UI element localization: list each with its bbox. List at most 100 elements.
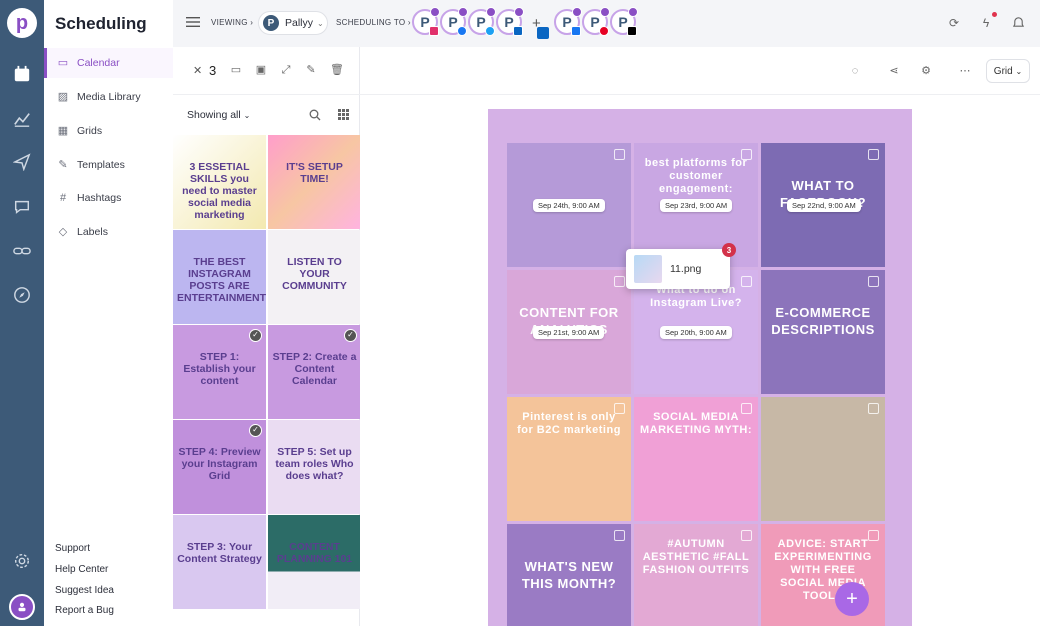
media-thumbnail[interactable]: CONTENT PLANNING 101 <box>268 515 361 609</box>
bell-icon[interactable] <box>1011 16 1025 30</box>
sidebar-item-label: Grids <box>77 125 103 137</box>
clear-selection-icon[interactable]: ✕ <box>193 64 202 77</box>
scheduling-to-label: SCHEDULING TO › <box>336 18 411 27</box>
sidebar: Scheduling ▭ Calendar ▨ Media Library ▦ Gri… <box>44 0 173 626</box>
settings-rail-icon[interactable] <box>0 546 44 576</box>
calendar-icon <box>14 65 30 82</box>
inbox-rail-icon[interactable] <box>0 192 44 222</box>
help-center-link[interactable]: Help Center <box>55 564 108 575</box>
share-icon[interactable]: ⋖ <box>888 65 900 77</box>
links-rail-icon[interactable] <box>0 236 44 266</box>
compass-icon <box>14 287 30 303</box>
resize-icon[interactable]: ⤢ <box>280 64 292 76</box>
sidebar-item-grids[interactable]: ▦ Grids <box>44 116 173 146</box>
trash-icon[interactable]: 🗑 <box>330 64 344 76</box>
media-thumbnail[interactable]: STEP 4: Preview your Instagram Grid ✓ <box>173 420 266 514</box>
hamburger-menu-icon[interactable] <box>186 15 200 29</box>
selected-check-icon[interactable]: ✓ <box>249 424 262 437</box>
brand-selector[interactable]: P Pallyy ⌄ <box>258 11 328 35</box>
comment-icon[interactable]: ◌ <box>849 65 861 77</box>
media-thumbnail[interactable]: IT'S SETUP TIME! <box>268 135 361 229</box>
view-mode-dropdown[interactable]: Grid ⌄ <box>986 59 1030 83</box>
media-thumbnail[interactable]: STEP 5: Set up team roles Who does what? <box>268 420 361 514</box>
suggest-idea-link[interactable]: Suggest Idea <box>55 585 114 596</box>
grid-post-tile[interactable]: Pinterest is only for B2C marketing <box>507 397 631 521</box>
grid-icon: ▦ <box>57 125 69 137</box>
media-thumbnail[interactable]: STEP 2: Create a Content Calendar ✓ <box>268 325 361 419</box>
chart-line-icon <box>14 113 30 127</box>
sidebar-item-hashtags[interactable]: # Hashtags <box>44 183 173 213</box>
media-panel: ✕ 3 ▭ ▣ ⤢ ✎ 🗑 Showing all ⌄ 3 ESSETIAL S… <box>173 47 361 626</box>
schedule-icon[interactable]: ▣ <box>255 64 267 76</box>
filter-label: Showing all <box>187 109 241 121</box>
account-linkedin[interactable]: P <box>496 7 524 36</box>
instagram-icon <box>741 276 752 287</box>
account-tiktok[interactable]: P <box>610 7 638 36</box>
tile-text: SOCIAL MEDIA MARKETING MYTH: <box>640 411 752 436</box>
tile-text: Pinterest is only for B2C marketing <box>517 411 621 436</box>
discover-rail-icon[interactable] <box>0 280 44 310</box>
tag-icon: ◇ <box>58 226 68 238</box>
team-avatar[interactable] <box>9 594 35 620</box>
selected-count: 3 <box>209 63 217 78</box>
check-badge-icon <box>572 7 582 17</box>
selected-check-icon[interactable]: ✓ <box>344 329 357 342</box>
grid-post-tile[interactable]: E-COMMERCE DESCRIPTIONS <box>761 270 885 394</box>
folder-icon[interactable]: ▭ <box>230 64 242 76</box>
thumbnail-text: THE BEST INSTAGRAM POSTS ARE ENTERTAINME… <box>177 256 266 304</box>
grid-post-tile[interactable]: Sep 24th, 9:00 AM <box>507 143 631 267</box>
grid-view-icon[interactable] <box>338 109 349 120</box>
media-thumbnail[interactable]: THE BEST INSTAGRAM POSTS ARE ENTERTAINME… <box>173 230 266 324</box>
bell-shape <box>1012 17 1024 27</box>
scheduled-time-label: Sep 22nd, 9:00 AM <box>787 199 861 212</box>
pallyy-logo[interactable]: p <box>7 8 37 38</box>
linkedin-page-icon <box>537 27 549 39</box>
publish-rail-icon[interactable] <box>0 147 44 177</box>
support-link[interactable]: Support <box>55 543 90 554</box>
tile-text: WHAT'S NEW THIS MONTH? <box>521 559 617 591</box>
media-thumbnail[interactable]: STEP 1: Establish your content ✓ <box>173 325 266 419</box>
viewing-label-text: VIEWING <box>211 18 248 27</box>
lightning-icon[interactable]: ϟ <box>979 16 993 30</box>
refresh-icon[interactable]: ⟳ <box>947 16 961 30</box>
check-badge-icon <box>514 7 524 17</box>
grid-post-tile[interactable]: WHAT'S NEW THIS MONTH? <box>507 524 631 626</box>
facebook-group-icon <box>571 26 581 36</box>
selected-check-icon[interactable]: ✓ <box>249 329 262 342</box>
sidebar-item-calendar[interactable]: ▭ Calendar <box>44 48 173 78</box>
account-pinterest[interactable]: P <box>582 7 610 36</box>
view-mode-label: Grid <box>993 65 1013 77</box>
account-twitter[interactable]: P <box>468 7 496 36</box>
report-bug-link[interactable]: Report a Bug <box>55 605 114 616</box>
search-icon[interactable] <box>309 109 321 121</box>
account-facebook-group[interactable]: P <box>554 7 582 36</box>
account-instagram[interactable]: P <box>412 7 440 36</box>
media-filter-dropdown[interactable]: Showing all ⌄ <box>187 109 250 121</box>
grid-post-tile[interactable]: SOCIAL MEDIA MARKETING MYTH: <box>634 397 758 521</box>
hash-icon: # <box>59 192 67 204</box>
analytics-rail-icon[interactable] <box>0 104 44 134</box>
grid-post-tile[interactable]: WHAT TO FACEBOOK?Sep 22nd, 9:00 AM <box>761 143 885 267</box>
account-facebook[interactable]: P <box>440 7 468 36</box>
image-icon: ▨ <box>57 91 69 103</box>
sidebar-item-labels[interactable]: ◇ Labels <box>44 217 173 247</box>
sidebar-item-templates[interactable]: ✎ Templates <box>44 150 173 180</box>
thumbnail-text: STEP 3: Your Content Strategy <box>177 541 262 565</box>
grid-post-tile[interactable]: ADVICE: START EXPERIMENTING WITH FREE SO… <box>761 524 885 626</box>
edit-icon[interactable]: ✎ <box>305 64 317 76</box>
sidebar-item-media-library[interactable]: ▨ Media Library <box>44 82 173 112</box>
instagram-icon <box>741 149 752 160</box>
media-thumbnail[interactable]: 3 ESSETIAL SKILLS you need to master soc… <box>173 135 266 229</box>
grid-post-tile[interactable]: #AUTUMN AESTHETIC #FALL FASHION OUTFITS <box>634 524 758 626</box>
more-options-icon[interactable]: ⋯ <box>959 65 971 77</box>
media-thumbnail[interactable]: STEP 3: Your Content Strategy <box>173 515 266 609</box>
sidebar-item-label: Labels <box>77 226 108 238</box>
calendar-rail-icon[interactable] <box>0 59 44 89</box>
instagram-icon <box>868 149 879 160</box>
media-thumbnail[interactable]: LISTEN TO YOUR COMMUNITY <box>268 230 361 324</box>
create-post-button[interactable]: + <box>835 582 869 616</box>
tiktok-icon <box>627 26 637 36</box>
grid-post-tile[interactable]: CONTENT FOR ANALYTICSSep 21st, 9:00 AM <box>507 270 631 394</box>
gear-icon[interactable]: ⚙ <box>920 65 932 77</box>
grid-post-tile[interactable] <box>761 397 885 521</box>
